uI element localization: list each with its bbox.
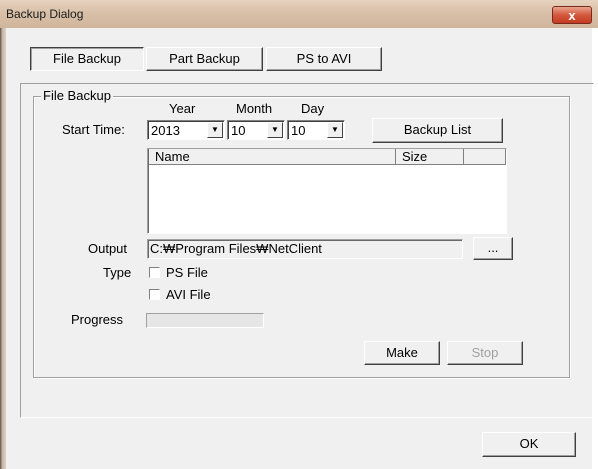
chevron-down-icon[interactable]: ▼ bbox=[207, 122, 223, 138]
browse-button[interactable]: ... bbox=[473, 237, 513, 260]
type-label: Type bbox=[103, 265, 132, 280]
file-list[interactable]: Name Size bbox=[147, 148, 507, 234]
month-value: 10 bbox=[231, 123, 246, 138]
output-field[interactable]: C:₩Program Files₩NetClient bbox=[147, 239, 463, 259]
chevron-down-icon[interactable]: ▼ bbox=[327, 122, 343, 138]
output-label: Output bbox=[88, 241, 128, 256]
output-value: C:₩Program Files₩NetClient bbox=[150, 241, 322, 256]
backup-list-button[interactable]: Backup List bbox=[372, 118, 503, 143]
empty-column-header bbox=[464, 149, 506, 165]
stop-button[interactable]: Stop bbox=[447, 341, 523, 365]
name-column-header[interactable]: Name bbox=[149, 149, 396, 165]
tab-part-backup[interactable]: Part Backup bbox=[146, 47, 263, 71]
chevron-down-icon[interactable]: ▼ bbox=[267, 122, 283, 138]
day-select[interactable]: 10 ▼ bbox=[287, 120, 345, 140]
start-time-label: Start Time: bbox=[62, 122, 125, 137]
title-bar[interactable]: Backup Dialog x bbox=[0, 0, 598, 29]
year-value: 2013 bbox=[151, 123, 180, 138]
close-button[interactable]: x bbox=[552, 6, 592, 24]
ps-file-label: PS File bbox=[166, 265, 208, 280]
day-label: Day bbox=[301, 101, 325, 116]
progress-bar bbox=[146, 313, 264, 328]
window-title: Backup Dialog bbox=[6, 7, 84, 21]
size-column-header[interactable]: Size bbox=[396, 149, 464, 165]
dialog-client-area: File Backup Part Backup PS to AVI File B… bbox=[6, 28, 594, 469]
year-label: Year bbox=[169, 101, 196, 116]
month-label: Month bbox=[236, 101, 273, 116]
avi-file-checkbox[interactable] bbox=[149, 289, 160, 300]
progress-label: Progress bbox=[71, 312, 124, 327]
close-icon: x bbox=[568, 8, 576, 23]
avi-file-label: AVI File bbox=[166, 287, 211, 302]
ps-file-checkbox[interactable] bbox=[149, 267, 160, 278]
ok-button[interactable]: OK bbox=[482, 432, 576, 457]
make-button[interactable]: Make bbox=[364, 341, 440, 365]
year-select[interactable]: 2013 ▼ bbox=[147, 120, 225, 140]
tab-ps-to-avi[interactable]: PS to AVI bbox=[266, 47, 382, 71]
group-title: File Backup bbox=[41, 88, 113, 103]
tab-file-backup[interactable]: File Backup bbox=[30, 47, 144, 71]
day-value: 10 bbox=[291, 123, 306, 138]
month-select[interactable]: 10 ▼ bbox=[227, 120, 285, 140]
